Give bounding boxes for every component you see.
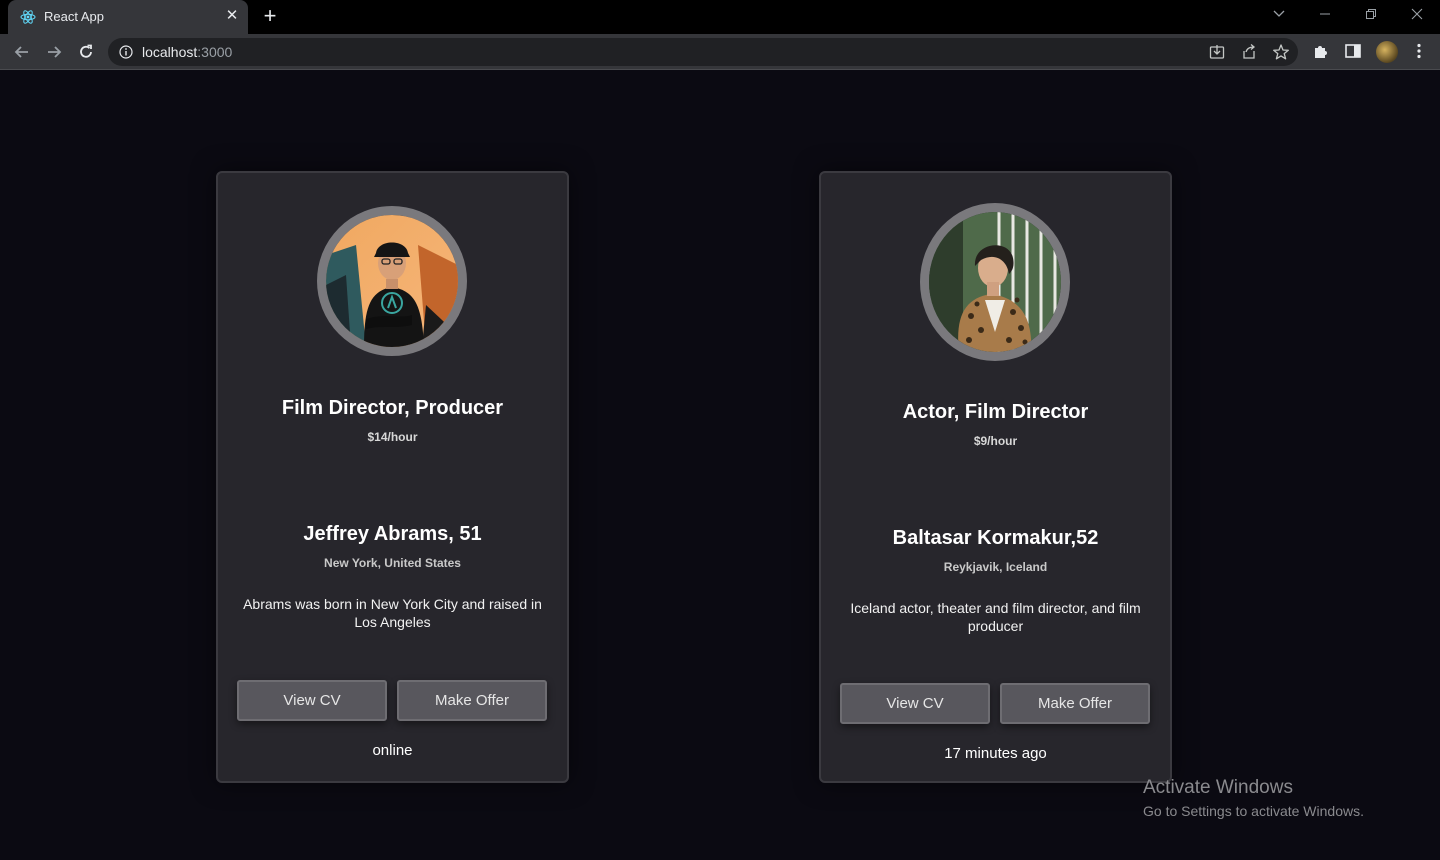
profile-photo <box>317 206 467 356</box>
watermark-title: Activate Windows <box>1143 777 1293 798</box>
side-panel-icon[interactable] <box>1344 42 1364 62</box>
tab-title: React App <box>44 9 104 24</box>
info-icon[interactable] <box>119 45 133 59</box>
view-cv-button[interactable]: View CV <box>840 683 990 724</box>
hourly-rate: $9/hour <box>973 434 1018 448</box>
install-app-icon[interactable] <box>1208 43 1226 61</box>
person-name: Baltasar Kormakur,52 <box>892 527 1099 549</box>
url-text[interactable]: localhost:3000 <box>142 44 232 60</box>
make-offer-button[interactable]: Make Offer <box>1000 683 1150 724</box>
location: New York, United States <box>324 556 461 570</box>
browser-tab[interactable]: React App ✕ <box>8 0 248 34</box>
last-seen-text: 17 minutes ago <box>944 745 1047 762</box>
bookmark-star-icon[interactable] <box>1272 43 1290 61</box>
close-tab-icon[interactable]: ✕ <box>224 8 240 24</box>
restore-icon[interactable] <box>1360 6 1382 26</box>
profile-card: Film Director, Producer $14/hour Jeffrey… <box>216 171 569 783</box>
menu-kebab-icon[interactable] <box>1410 42 1430 62</box>
react-icon <box>20 9 36 25</box>
profession-heading: Film Director, Producer <box>281 397 504 419</box>
url-port: :3000 <box>197 44 233 60</box>
share-icon[interactable] <box>1240 43 1258 61</box>
person-name: Jeffrey Abrams, 51 <box>303 523 482 545</box>
minimize-icon[interactable] <box>1314 6 1336 26</box>
browser-tab-strip: React App ✕ + <box>0 0 1440 34</box>
activate-windows-watermark: Activate Windows Go to Settings to activ… <box>1143 777 1364 819</box>
close-window-icon[interactable] <box>1406 6 1428 26</box>
profile-avatar[interactable] <box>1376 41 1398 63</box>
view-cv-button[interactable]: View CV <box>237 680 387 721</box>
location: Reykjavik, Iceland <box>943 560 1048 574</box>
url-host: localhost <box>142 44 198 60</box>
profession-heading: Actor, Film Director <box>902 401 1089 423</box>
page-content: Film Director, Producer $14/hour Jeffrey… <box>0 71 1440 860</box>
back-arrow-icon[interactable] <box>10 40 34 64</box>
forward-arrow-icon[interactable] <box>42 40 66 64</box>
profile-card: Actor, Film Director $9/hour Baltasar Ko… <box>819 171 1172 783</box>
new-tab-icon[interactable]: + <box>258 5 282 29</box>
make-offer-button[interactable]: Make Offer <box>397 680 547 721</box>
browser-toolbar: localhost:3000 <box>0 34 1440 70</box>
hourly-rate: $14/hour <box>367 430 418 444</box>
bio-text: Abrams was born in New York City and rai… <box>243 596 542 630</box>
profile-photo <box>920 203 1070 361</box>
address-bar[interactable]: localhost:3000 <box>108 38 1298 66</box>
status-text: online <box>372 742 413 759</box>
bio-text: Iceland actor, theater and film director… <box>850 600 1141 634</box>
tab-search-chevron-icon[interactable] <box>1268 6 1290 26</box>
extensions-puzzle-icon[interactable] <box>1312 42 1332 62</box>
watermark-subtitle: Go to Settings to activate Windows. <box>1143 803 1364 819</box>
reload-icon[interactable] <box>74 40 98 64</box>
